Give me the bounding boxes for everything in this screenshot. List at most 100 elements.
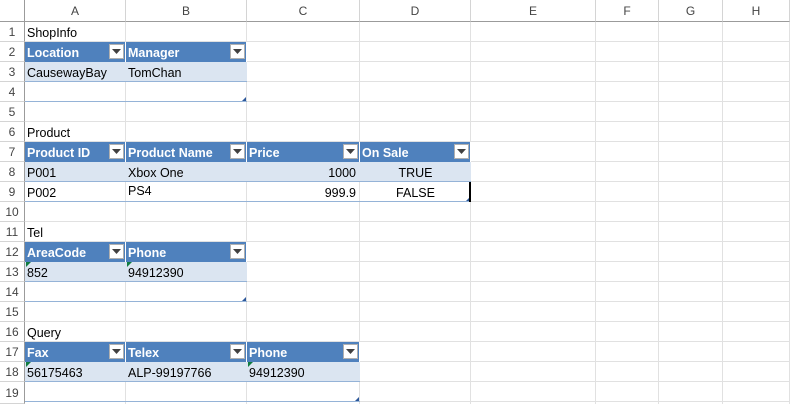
table-header-product-name[interactable]: Product Name [126,142,247,162]
filter-dropdown-button[interactable] [230,44,245,59]
row-header-13[interactable]: 13 [0,262,25,282]
cell-on-sale[interactable]: TRUE [360,162,471,182]
table-header-label: AreaCode [27,246,87,260]
row-header-14[interactable]: 14 [0,282,25,302]
table-header-telex[interactable]: Telex [126,342,247,362]
cell-product-id[interactable]: P001 [25,162,126,182]
column-header-d[interactable]: D [360,0,471,22]
gridline [470,22,471,404]
table-header-label: Location [27,46,80,60]
row-header-19[interactable]: 19 [0,382,25,404]
filter-dropdown-button[interactable] [343,344,358,359]
row-header-8[interactable]: 8 [0,162,25,182]
table-header-phone[interactable]: Phone [126,242,247,262]
table-header-label: Price [249,146,280,160]
cell-location[interactable]: CausewayBay [25,62,126,82]
row-header-17[interactable]: 17 [0,342,25,362]
cell-telex[interactable]: ALP-99197766 [126,362,247,382]
gridline [25,121,790,122]
filter-dropdown-button[interactable] [109,44,124,59]
column-header-e[interactable]: E [471,0,596,22]
cell-areacode[interactable]: 852 [25,262,126,282]
filter-dropdown-button[interactable] [230,344,245,359]
table-resize-handle[interactable] [355,397,359,401]
filter-dropdown-button[interactable] [454,144,469,159]
cell-manager[interactable]: TomChan [126,62,247,82]
column-header-g[interactable]: G [659,0,723,22]
chevron-down-icon [112,348,121,354]
table-bottom-border [25,401,360,402]
spreadsheet-grid[interactable]: A B C D E F G H 1 2 3 4 5 6 7 8 9 10 11 … [0,0,790,404]
cell-product-name[interactable]: PS4 [126,182,247,202]
row-header-4[interactable]: 4 [0,82,25,102]
cell-a1-shopinfo-label[interactable]: ShopInfo [25,22,126,42]
row-header-2[interactable]: 2 [0,42,25,62]
column-header-f[interactable]: F [596,0,659,22]
table-bottom-border [25,101,247,102]
cell-phone[interactable]: 94912390 [247,362,360,382]
chevron-down-icon [112,248,121,254]
column-header-b[interactable]: B [126,0,247,22]
filter-dropdown-button[interactable] [343,144,358,159]
cell-fax[interactable]: 56175463 [25,362,126,382]
chevron-down-icon [233,48,242,54]
table-header-label: Product ID [27,146,91,160]
table-header-price[interactable]: Price [247,142,360,162]
table-resize-handle[interactable] [242,297,246,301]
chevron-down-icon [112,48,121,54]
gridline [25,321,790,322]
cell-price[interactable]: 1000 [247,162,360,182]
table-resize-handle[interactable] [242,97,246,101]
table-header-manager[interactable]: Manager [126,42,247,62]
column-header-a[interactable]: A [25,0,126,22]
row-header-11[interactable]: 11 [0,222,25,242]
select-all-corner[interactable] [0,0,25,22]
filter-dropdown-button[interactable] [230,144,245,159]
gridline [595,22,596,404]
row-header-12[interactable]: 12 [0,242,25,262]
cell-a16-query-label[interactable]: Query [25,322,126,342]
row-header-3[interactable]: 3 [0,62,25,82]
filter-dropdown-button[interactable] [109,144,124,159]
table-header-label: Phone [249,346,288,360]
row-header-15[interactable]: 15 [0,302,25,322]
row-header-7[interactable]: 7 [0,142,25,162]
row-header-10[interactable]: 10 [0,202,25,222]
cell-phone[interactable]: 94912390 [126,262,247,282]
column-header-h[interactable]: H [723,0,790,22]
cell-a6-product-label[interactable]: Product [25,122,126,142]
cell-product-name[interactable]: Xbox One [126,162,247,182]
table-header-label: Phone [128,246,167,260]
table-bottom-border [25,301,247,302]
filter-dropdown-button[interactable] [109,344,124,359]
row-header-1[interactable]: 1 [0,22,25,42]
table-header-label: Product Name [128,146,213,160]
table-header-location[interactable]: Location [25,42,126,62]
cell-product-id[interactable]: P002 [25,182,126,202]
filter-dropdown-button[interactable] [230,244,245,259]
cell-a11-tel-label[interactable]: Tel [25,222,126,242]
row-header-6[interactable]: 6 [0,122,25,142]
cell-on-sale[interactable]: FALSE [360,182,471,202]
row-header-18[interactable]: 18 [0,362,25,382]
green-triangle-icon [26,262,31,267]
table-header-fax[interactable]: Fax [25,342,126,362]
row-header-9[interactable]: 9 [0,182,25,202]
table-header-label: Manager [128,46,180,60]
table-header-on-sale[interactable]: On Sale [360,142,471,162]
filter-dropdown-button[interactable] [109,244,124,259]
table-header-label: Telex [128,346,160,360]
green-triangle-icon [248,362,253,367]
row-header-16[interactable]: 16 [0,322,25,342]
table-header-product-id[interactable]: Product ID [25,142,126,162]
table-header-phone[interactable]: Phone [247,342,360,362]
column-header-c[interactable]: C [247,0,360,22]
cell-price[interactable]: 999.9 [247,182,360,202]
row-header-5[interactable]: 5 [0,102,25,122]
table-header-areacode[interactable]: AreaCode [25,242,126,262]
chevron-down-icon [346,348,355,354]
table-header-label: On Sale [362,146,409,160]
table-header-label: Fax [27,346,49,360]
chevron-down-icon [233,348,242,354]
gridline [658,22,659,404]
